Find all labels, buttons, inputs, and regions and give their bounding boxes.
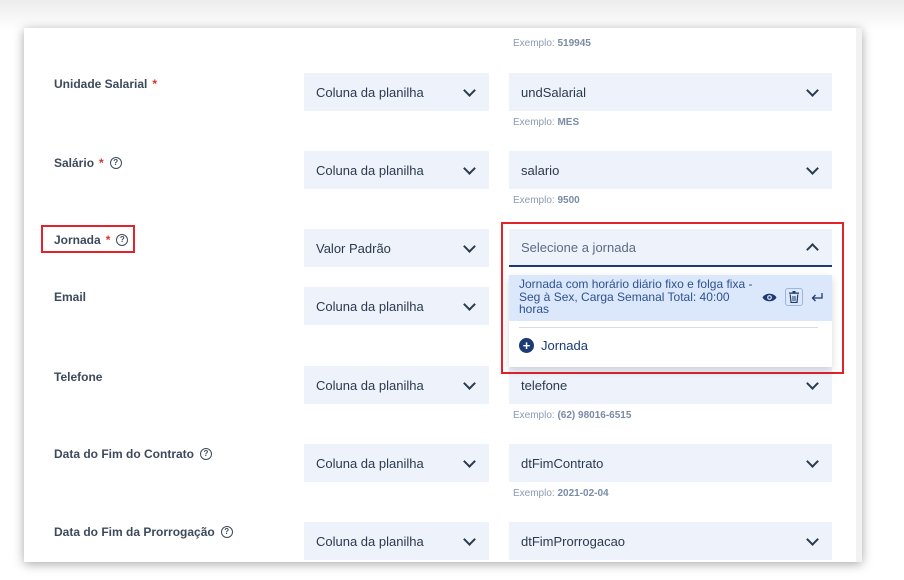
chevron-down-icon — [806, 376, 819, 390]
source-select-unidade-salarial[interactable]: Coluna da planilha — [304, 73, 489, 111]
hint-data-fim-contrato: Exemplo: 2021-02-04 — [513, 488, 609, 499]
source-select-email[interactable]: Coluna da planilha — [304, 287, 489, 325]
dropdown-divider — [519, 327, 818, 328]
label-salario: Salário *? — [54, 156, 122, 170]
jornada-option[interactable]: Jornada com horário diário fixo e folga … — [509, 275, 832, 321]
chevron-down-icon — [806, 83, 819, 97]
label-unidade-salarial: Unidade Salarial * — [54, 77, 158, 91]
chevron-down-icon — [463, 297, 476, 311]
mapping-form-panel: Exemplo: 519945 Unidade Salarial * Coluna… — [24, 28, 862, 562]
help-icon[interactable]: ? — [220, 526, 233, 538]
help-icon[interactable]: ? — [109, 157, 122, 169]
help-icon[interactable]: ? — [200, 448, 212, 460]
help-icon[interactable]: ? — [116, 234, 129, 246]
column-select-salario[interactable]: salario — [509, 151, 832, 189]
label-telefone: Telefone — [54, 370, 103, 384]
jornada-dropdown: Jornada com horário diário fixo e folga … — [509, 275, 832, 367]
chevron-up-icon — [806, 242, 819, 256]
hint-top: Exemplo: 519945 — [513, 38, 591, 49]
label-email: Email — [54, 290, 87, 304]
column-select-data-fim-contrato[interactable]: dtFimContrato — [509, 444, 832, 482]
label-jornada: Jornada *? — [54, 233, 129, 247]
column-select-unidade-salarial[interactable]: undSalarial — [509, 73, 832, 111]
chevron-down-icon — [463, 376, 476, 390]
chevron-down-icon — [806, 161, 819, 175]
source-select-salario[interactable]: Coluna da planilha — [304, 151, 489, 189]
plus-circle-icon: + — [519, 338, 534, 353]
label-data-fim-contrato: Data do Fim do Contrato? — [54, 447, 212, 461]
chevron-down-icon — [463, 83, 476, 97]
enter-icon[interactable] — [809, 289, 825, 305]
chevron-down-icon — [806, 532, 819, 546]
source-select-data-fim-contrato[interactable]: Coluna da planilha — [304, 444, 489, 482]
chevron-down-icon — [463, 454, 476, 468]
chevron-down-icon — [463, 532, 476, 546]
jornada-option-label: Jornada com horário diário fixo e folga … — [519, 277, 753, 316]
source-select-jornada[interactable]: Valor Padrão — [304, 229, 489, 267]
background-top — [0, 0, 904, 30]
source-select-telefone[interactable]: Coluna da planilha — [304, 366, 489, 404]
hint-unidade-salarial: Exemplo: MES — [513, 117, 580, 128]
hint-telefone: Exemplo: (62) 98016-6515 — [513, 410, 632, 421]
eye-icon[interactable] — [761, 289, 777, 305]
column-select-data-fim-prorrogacao[interactable]: dtFimProrrogacao — [509, 522, 832, 560]
chevron-down-icon — [463, 161, 476, 175]
chevron-down-icon — [463, 239, 476, 253]
trash-icon[interactable] — [785, 288, 803, 306]
label-data-fim-prorrogacao: Data do Fim da Prorrogação? — [54, 525, 233, 539]
source-select-data-fim-prorrogacao[interactable]: Coluna da planilha — [304, 522, 489, 560]
scrollbar[interactable] — [856, 28, 862, 562]
add-jornada-button[interactable]: + Jornada — [519, 338, 588, 353]
hint-salario: Exemplo: 9500 — [513, 195, 580, 206]
jornada-select[interactable]: Selecione a jornada — [509, 229, 832, 267]
chevron-down-icon — [806, 454, 819, 468]
